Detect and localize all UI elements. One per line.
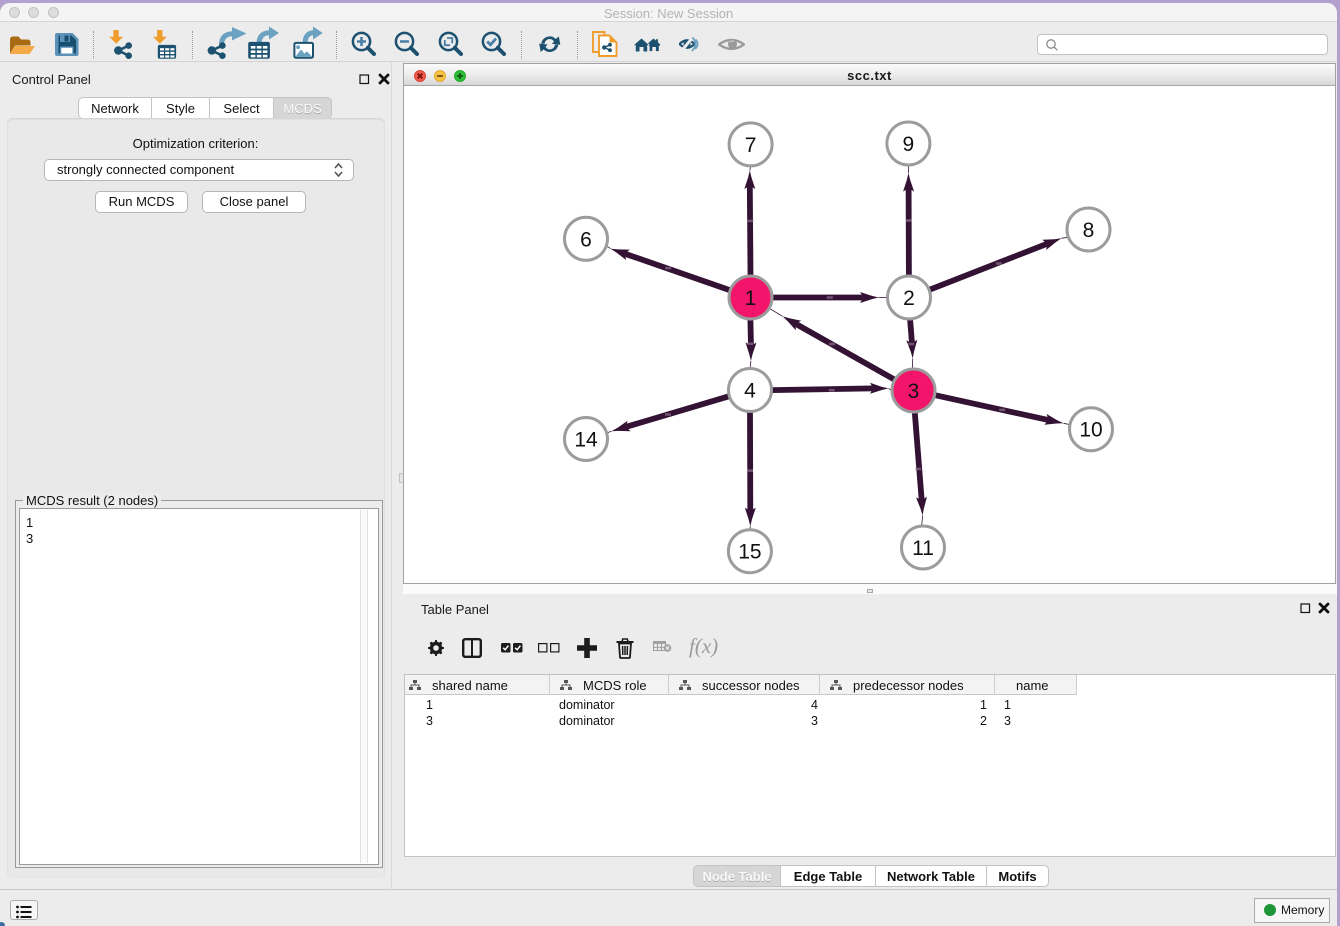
svg-text:1: 1 bbox=[745, 287, 757, 310]
svg-text:6: 6 bbox=[580, 228, 592, 251]
svg-text:f(x): f(x) bbox=[689, 637, 718, 658]
svg-text:7: 7 bbox=[745, 134, 757, 157]
svg-text:8: 8 bbox=[1083, 219, 1095, 242]
svg-text:3: 3 bbox=[908, 380, 920, 403]
svg-text:2: 2 bbox=[903, 287, 915, 310]
svg-text:11: 11 bbox=[912, 537, 934, 560]
svg-text:4: 4 bbox=[744, 380, 756, 403]
svg-text:14: 14 bbox=[574, 429, 598, 452]
svg-text:9: 9 bbox=[903, 133, 915, 156]
svg-text:15: 15 bbox=[738, 541, 761, 564]
svg-text:10: 10 bbox=[1079, 419, 1102, 442]
